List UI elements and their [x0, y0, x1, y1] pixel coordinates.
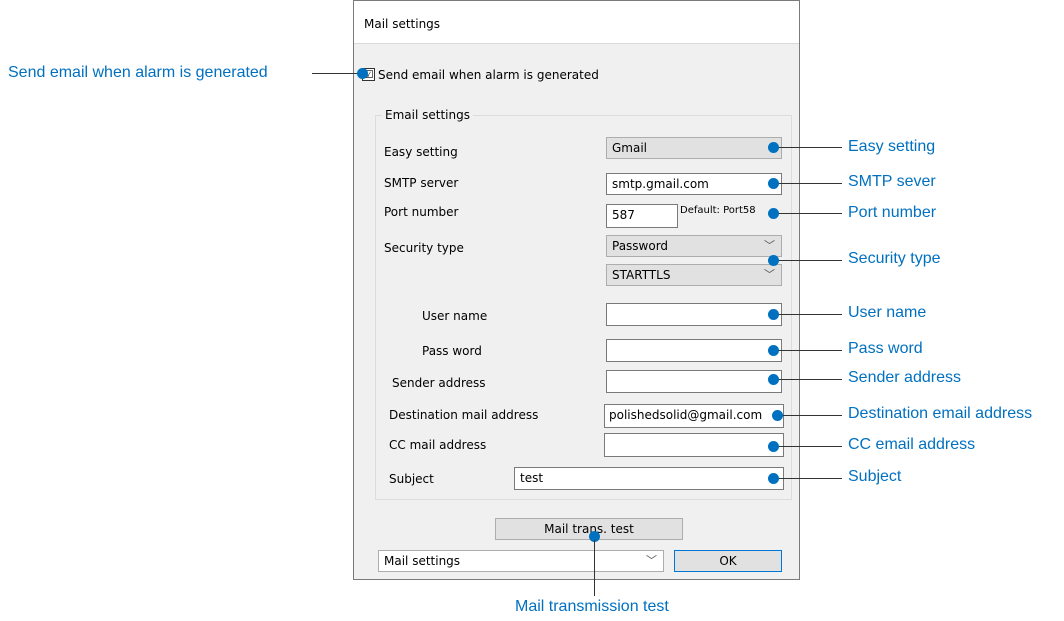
user-name-label: User name [422, 309, 488, 323]
annotation-sender-line [774, 379, 842, 380]
easy-setting-field[interactable]: Gmail [606, 137, 782, 159]
annotation-smtp-server: SMTP sever [848, 173, 936, 190]
annotation-port-number: Port number [848, 204, 937, 221]
subject-input[interactable]: test [514, 467, 784, 490]
mode-select-value: Mail settings [384, 554, 461, 568]
mode-select[interactable]: Mail settings ﹀ [378, 550, 664, 572]
annotation-security-dot [768, 255, 779, 266]
annotation-easy-setting: Easy setting [848, 138, 936, 155]
annotation-security-type: Security type [848, 250, 941, 267]
annotation-easy-setting-dot [768, 142, 779, 153]
user-name-input[interactable] [606, 303, 782, 326]
chevron-down-icon: ﹀ [764, 268, 775, 281]
annotation-security-line [774, 260, 842, 261]
port-number-label: Port number [384, 205, 459, 219]
security-type-label: Security type [384, 241, 464, 255]
annotation-cc-address: CC email address [848, 436, 976, 453]
ok-button[interactable]: OK [674, 550, 782, 572]
annotation-sender-address: Sender address [848, 369, 961, 386]
annotation-password-dot [768, 345, 779, 356]
annotation-user-dot [768, 309, 779, 320]
chevron-down-icon: ﹀ [764, 239, 775, 252]
annotation-port-dot [768, 208, 779, 219]
annotation-user-line [774, 314, 842, 315]
annotation-cc-dot [768, 441, 779, 452]
port-default-hint: Default: Port58 [680, 205, 756, 216]
smtp-server-label: SMTP server [384, 176, 459, 190]
annotation-subject-line [774, 478, 842, 479]
subject-label: Subject [389, 472, 434, 486]
destination-address-input[interactable]: polishedsolid@gmail.com [604, 404, 784, 428]
easy-setting-label: Easy setting [384, 145, 458, 159]
annotation-pass-word: Pass word [848, 340, 923, 357]
annotation-subject: Subject [848, 468, 902, 485]
annotation-mail-test-line [594, 540, 595, 596]
email-settings-group-title: Email settings [382, 108, 473, 122]
chevron-down-icon: ﹀ [646, 554, 657, 567]
annotation-destination-dot [772, 410, 783, 421]
annotation-send-email: Send email when alarm is generated [8, 64, 268, 81]
destination-address-label: Destination mail address [389, 408, 539, 422]
annotation-subject-dot [768, 473, 779, 484]
port-number-input[interactable]: 587 [606, 204, 678, 228]
encryption-type-select[interactable]: STARTTLS ﹀ [606, 264, 782, 286]
security-type-select[interactable]: Password ﹀ [606, 235, 782, 257]
password-input[interactable] [606, 339, 782, 362]
annotation-port-line [774, 213, 842, 214]
sender-address-input[interactable] [606, 370, 782, 393]
annotation-easy-setting-line [774, 147, 842, 148]
dialog-title: Mail settings [364, 17, 441, 31]
smtp-server-input[interactable]: smtp.gmail.com [606, 173, 782, 195]
annotation-password-line [774, 350, 842, 351]
annotation-mail-test: Mail transmission test [515, 598, 669, 615]
mail-settings-dialog: Mail settings ☑ Send email when alarm is… [353, 0, 800, 580]
encryption-type-value: STARTTLS [612, 268, 671, 282]
annotation-sender-dot [768, 374, 779, 385]
annotation-user-name: User name [848, 304, 927, 321]
annotation-send-email-dot [357, 68, 368, 79]
annotation-destination-address: Destination email address [848, 405, 1033, 422]
annotation-smtp-dot [768, 178, 779, 189]
title-bar: Mail settings [354, 1, 799, 44]
cc-address-label: CC mail address [389, 438, 487, 452]
sender-address-label: Sender address [392, 376, 486, 390]
cc-address-input[interactable] [604, 433, 784, 457]
security-type-value: Password [612, 239, 669, 253]
annotation-cc-line [774, 446, 842, 447]
annotation-smtp-line [774, 183, 842, 184]
annotation-destination-line [780, 415, 842, 416]
password-label: Pass word [422, 344, 482, 358]
dialog-client-area: ☑ Send email when alarm is generated Ema… [354, 44, 799, 579]
send-email-checkbox-label: Send email when alarm is generated [378, 68, 599, 82]
